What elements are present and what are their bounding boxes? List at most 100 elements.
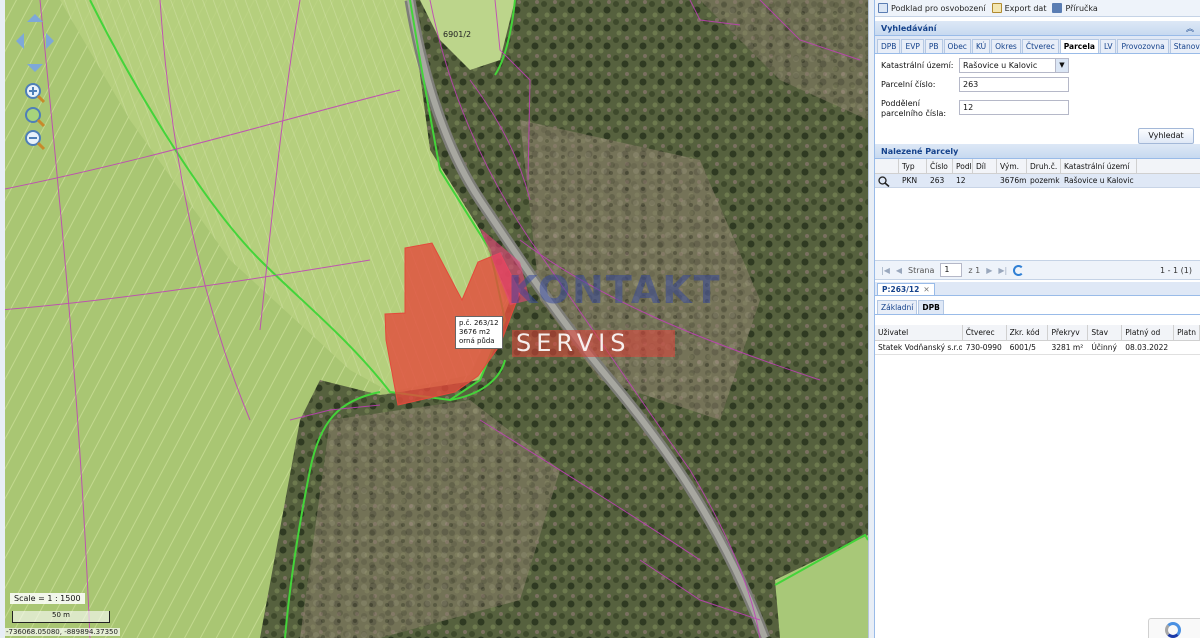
column-header-dil[interactable]: Díl bbox=[973, 159, 997, 173]
zoom-out-icon[interactable] bbox=[24, 129, 46, 151]
export-icon bbox=[991, 3, 1002, 13]
tab-obec[interactable]: Obec bbox=[943, 39, 971, 53]
katastr-label: Katastrální území: bbox=[881, 61, 954, 70]
column-header-druh[interactable]: Druh.č. bbox=[1027, 159, 1061, 173]
pan-control[interactable] bbox=[16, 14, 56, 74]
sub-number-input[interactable]: 12 bbox=[959, 100, 1069, 115]
watermark-bottom: SERVIS bbox=[512, 330, 675, 357]
tab-zakladni[interactable]: Základní bbox=[877, 300, 918, 314]
column-header-cislo[interactable]: Číslo bbox=[927, 159, 953, 173]
katastr-select[interactable]: Rašovice u Kalovic ▼ bbox=[959, 58, 1069, 73]
results-grid-header: Typ Číslo Podl. Díl Vým. Druh.č. Katastr… bbox=[875, 159, 1200, 174]
map-view[interactable]: 6901/2 KONTAKT SERVIS p.č. 263/12 3676 m… bbox=[0, 0, 868, 638]
parcel-label: p.č. 263/12 3676 m2 orná půda bbox=[455, 316, 503, 349]
scale-text: Scale = 1 : 1500 bbox=[10, 593, 85, 604]
column-header-typ[interactable]: Typ bbox=[899, 159, 927, 173]
cell-platny-do bbox=[1174, 341, 1200, 354]
column-header-kod[interactable]: Zkr. kód bbox=[1007, 325, 1049, 340]
watermark-top: KONTAKT bbox=[508, 268, 722, 312]
tab-dpb[interactable]: DPB bbox=[877, 39, 901, 53]
cell-podl: 12 bbox=[956, 176, 966, 185]
page-label: Strana bbox=[908, 265, 935, 275]
column-header-ku[interactable]: Katastrální území bbox=[1061, 159, 1137, 173]
cell-dil bbox=[973, 174, 997, 187]
refresh-icon[interactable] bbox=[1013, 264, 1025, 276]
chevron-down-icon[interactable]: ▼ bbox=[1055, 59, 1068, 72]
left-collapse-handle[interactable] bbox=[0, 0, 5, 638]
table-row[interactable]: PKN 263 12 3676m² pozemk... Rašovice u K… bbox=[875, 174, 1200, 188]
table-row[interactable]: Statek Vodňanský s.r.o. 730-0990 6001/5 … bbox=[875, 341, 1200, 355]
search-button[interactable]: Vyhledat bbox=[1138, 128, 1194, 144]
podklad-button[interactable]: Podklad pro osvobození bbox=[878, 3, 986, 13]
collapse-chevron-icon[interactable]: ︽ bbox=[1186, 21, 1194, 36]
tab-ku[interactable]: KÚ bbox=[971, 39, 991, 53]
parcel-number-label: Parcelní číslo: bbox=[881, 80, 936, 89]
column-header-vym[interactable]: Vým. bbox=[997, 159, 1027, 173]
column-header-podl[interactable]: Podl. bbox=[953, 159, 973, 173]
last-page-icon[interactable]: ▶| bbox=[998, 266, 1007, 275]
tab-lv[interactable]: LV bbox=[1099, 39, 1117, 53]
column-header-uzivatel[interactable]: Uživatel bbox=[875, 325, 963, 340]
tab-parcela[interactable]: Parcela bbox=[1059, 39, 1099, 53]
detail-subtabs: Základní DPB bbox=[875, 300, 1200, 315]
pan-down-icon[interactable] bbox=[27, 64, 43, 72]
first-page-icon[interactable]: |◀ bbox=[881, 266, 890, 275]
cell-ctverec: 730-0990 bbox=[965, 343, 1002, 352]
road-parcel-label: 6901/2 bbox=[443, 30, 472, 39]
side-panel: Podklad pro osvobození Export dat Příruč… bbox=[874, 0, 1200, 638]
cell-vym: 3676m² bbox=[1000, 176, 1027, 185]
results-range: 1 - 1 (1) bbox=[1159, 265, 1192, 275]
sub-number-label: Poddělení parcelního čísla: bbox=[881, 99, 947, 118]
cell-uzivatel: Statek Vodňanský s.r.o. bbox=[878, 343, 963, 352]
export-button[interactable]: Export dat bbox=[991, 3, 1046, 13]
search-tabs: DPB EVP PB Obec KÚ Okres Čtverec Parcela… bbox=[875, 36, 1200, 54]
orthophoto-background bbox=[0, 0, 868, 638]
column-header-prekryv[interactable]: Překryv bbox=[1048, 325, 1089, 340]
cell-ku: Rašovice u Kalovic bbox=[1064, 176, 1134, 185]
katastr-value: Rašovice u Kalovic bbox=[963, 61, 1038, 70]
search-section-header[interactable]: Vyhledávání ︽ bbox=[875, 21, 1200, 36]
magnifier-icon[interactable] bbox=[875, 174, 899, 187]
tab-parcel-detail[interactable]: P:263/12 ✕ bbox=[877, 283, 935, 295]
cell-cislo: 263 bbox=[930, 176, 945, 185]
column-header-ctverec[interactable]: Čtverec bbox=[963, 325, 1007, 340]
cell-prekryv: 3281 m² bbox=[1051, 343, 1084, 352]
detail-tab-bar: P:263/12 ✕ bbox=[875, 282, 1200, 296]
tab-okres[interactable]: Okres bbox=[991, 39, 1021, 53]
tab-provozovna[interactable]: Provozovna bbox=[1117, 39, 1169, 53]
prev-page-icon[interactable]: ◀ bbox=[896, 266, 902, 275]
scale-bar: 50 m bbox=[12, 611, 110, 623]
coordinates-readout: -736068.05080, -889894.37350 bbox=[4, 628, 120, 636]
parcel-number-input[interactable]: 263 bbox=[959, 77, 1069, 92]
results-section-title: Nalezené Parcely bbox=[881, 147, 959, 156]
column-header-icon bbox=[875, 159, 899, 173]
zoom-box-icon[interactable] bbox=[24, 106, 46, 128]
tab-evp[interactable]: EVP bbox=[901, 39, 924, 53]
pan-right-icon[interactable] bbox=[46, 33, 54, 49]
column-header-platny-od[interactable]: Platný od bbox=[1122, 325, 1175, 340]
column-header-platny-do[interactable]: Platn bbox=[1174, 325, 1200, 340]
recaptcha-badge[interactable] bbox=[1148, 618, 1200, 638]
cell-stav: Účinný bbox=[1091, 343, 1117, 352]
cell-typ: PKN bbox=[902, 176, 918, 185]
next-page-icon[interactable]: ▶ bbox=[986, 266, 992, 275]
column-header-stav[interactable]: Stav bbox=[1088, 325, 1123, 340]
parcel-detail-tab-label: P:263/12 bbox=[882, 285, 920, 294]
pan-left-icon[interactable] bbox=[16, 33, 24, 49]
results-grid: PKN 263 12 3676m² pozemk... Rašovice u K… bbox=[875, 174, 1200, 260]
tab-stanoviste-vcel[interactable]: Stanoviště včel bbox=[1169, 39, 1200, 53]
close-icon[interactable]: ✕ bbox=[923, 285, 929, 294]
page-count: z 1 bbox=[968, 265, 981, 275]
manual-button[interactable]: Příručka bbox=[1052, 3, 1098, 13]
tab-pb[interactable]: PB bbox=[924, 39, 943, 53]
pan-up-icon[interactable] bbox=[27, 14, 43, 22]
book-icon bbox=[1052, 3, 1063, 13]
cell-platny-od: 08.03.2022 bbox=[1125, 343, 1169, 352]
document-icon bbox=[878, 3, 888, 13]
results-pager: |◀ ◀ Strana 1 z 1 ▶ ▶| 1 - 1 (1) bbox=[875, 260, 1200, 280]
results-section-header: Nalezené Parcely bbox=[875, 144, 1200, 159]
tab-ctverec[interactable]: Čtverec bbox=[1021, 39, 1059, 53]
page-input[interactable]: 1 bbox=[940, 263, 963, 277]
tab-dpb-detail[interactable]: DPB bbox=[918, 300, 944, 314]
zoom-in-icon[interactable] bbox=[24, 82, 46, 104]
